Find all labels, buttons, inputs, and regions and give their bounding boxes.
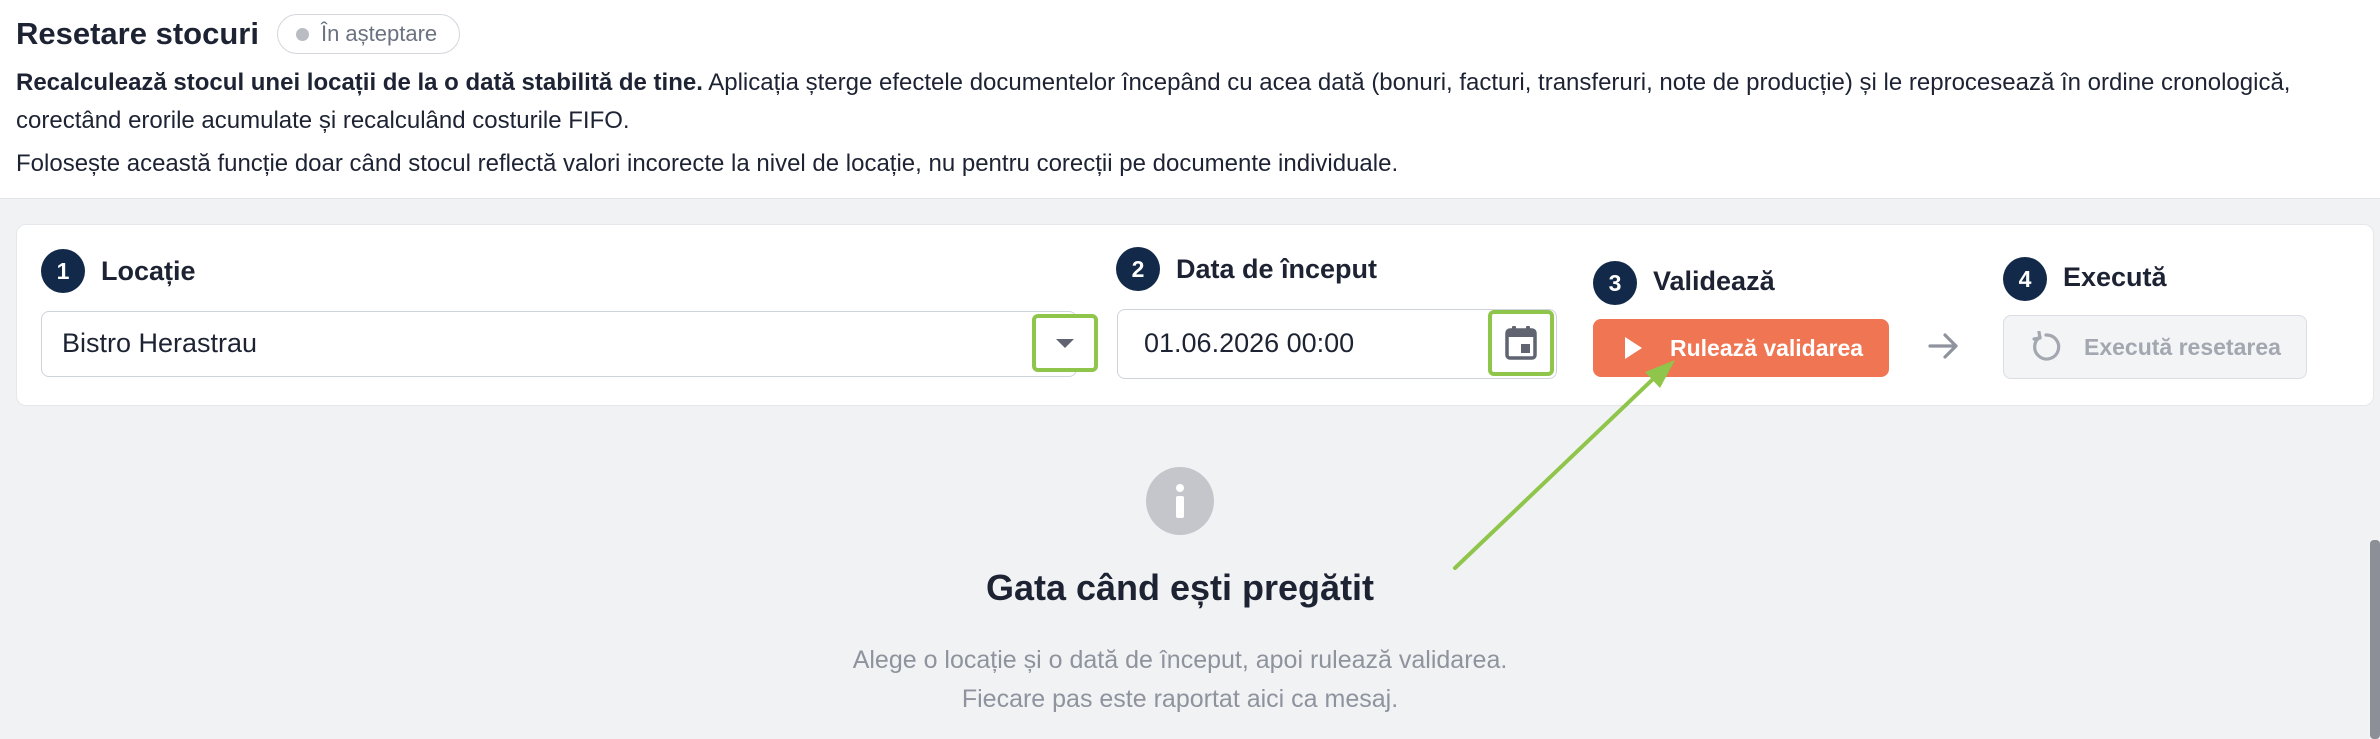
start-date-value: 01.06.2026 00:00 [1144,328,1355,358]
empty-state-title: Gata când ești pregătit [985,567,1375,608]
page-header: Resetare stocuri În așteptare Recalculea… [0,0,2380,199]
step-2-badge: 2 [1116,247,1160,291]
page-description: Recalculează stocul unei locații de la o… [16,64,2346,140]
arrow-right-icon [1928,333,1958,359]
step-1-badge: 1 [41,249,85,293]
run-validation-button[interactable]: Rulează validarea [1593,319,1889,377]
step-3-label: Validează [1653,266,1775,296]
play-icon [1625,337,1642,359]
location-dropdown-toggle[interactable] [1032,314,1098,372]
info-icon [1146,467,1214,535]
step-3-badge: 3 [1593,261,1637,305]
step-1-label: Locație [101,256,196,286]
status-dot-icon [295,27,309,41]
location-select[interactable]: Bistro Herastrau [41,311,1098,377]
usage-note: Folosește această funcție doar când stoc… [16,150,1399,177]
chevron-down-icon [1056,338,1074,348]
reset-icon [2032,331,2061,361]
start-date-input[interactable]: 01.06.2026 00:00 [1117,309,1557,379]
calendar-picker-button[interactable] [1488,310,1554,376]
step-4-label: Execută [2063,262,2167,292]
status-badge: În așteptare [276,14,461,54]
description-bold: Recalculează stocul unei locații de la o… [16,69,703,96]
step-4-badge: 4 [2003,257,2047,301]
run-validation-label: Rulează validarea [1670,334,1864,361]
step-2-label: Data de început [1176,254,1378,284]
execute-reset-button[interactable]: Execută resetarea [2003,315,2307,379]
empty-state-text: Alege o locație și o dată de început, ap… [852,646,1508,713]
title-row: Resetare stocuri În așteptare [16,14,461,54]
location-select-value: Bistro Herastrau [62,328,258,358]
scrollbar[interactable] [2370,540,2380,739]
execute-reset-label: Execută resetarea [2084,333,2281,360]
calendar-icon [1505,326,1537,360]
status-badge-label: În așteptare [320,21,438,46]
page-title: Resetare stocuri [16,16,259,51]
steps-card: 1 Locație Bistro Herastrau 2 Data de înc… [16,224,2374,406]
